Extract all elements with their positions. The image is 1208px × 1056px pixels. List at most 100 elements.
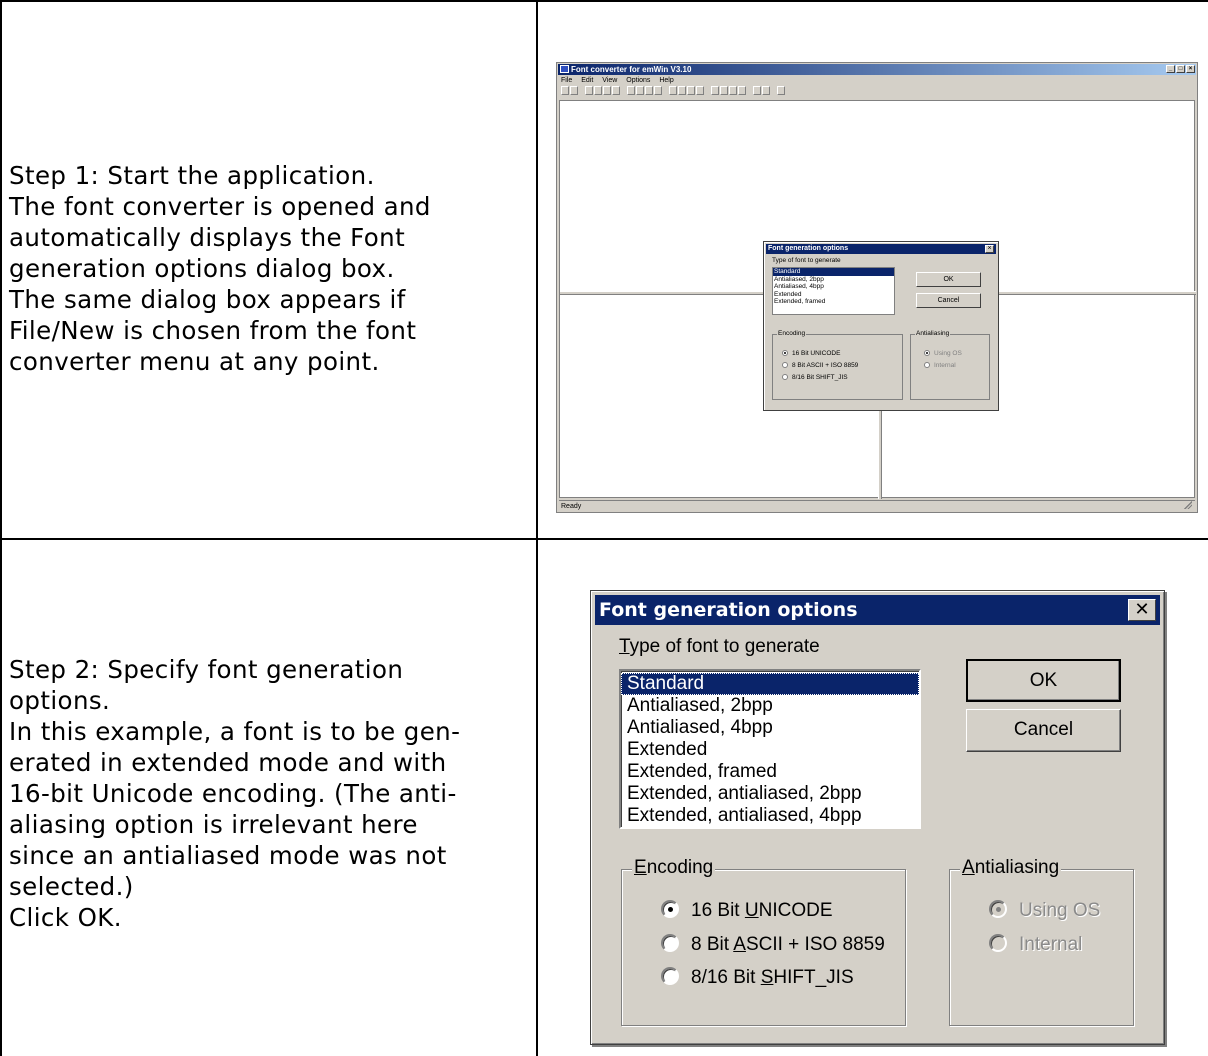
toolbar-button[interactable] xyxy=(753,86,761,95)
menu-file[interactable]: File xyxy=(561,77,572,84)
mnemonic-letter: E xyxy=(634,857,647,878)
label-text: ntialiasing xyxy=(974,857,1060,878)
mini-type-label: Type of font to generate xyxy=(772,257,841,264)
radio-checked-icon xyxy=(989,900,1007,918)
toolbar-button[interactable] xyxy=(594,86,602,95)
toolbar-button[interactable] xyxy=(669,86,677,95)
mini-radio-using-os: Using OS xyxy=(924,350,962,357)
menu-view[interactable]: View xyxy=(602,77,617,84)
step2-line: options. xyxy=(9,686,111,715)
mnemonic-letter: S xyxy=(760,967,774,988)
mini-close-icon[interactable]: × xyxy=(985,245,994,253)
toolbar-button[interactable] xyxy=(627,86,635,95)
menu-edit[interactable]: Edit xyxy=(581,77,593,84)
step2-line: Step 2: Specify font generation xyxy=(9,655,404,684)
toolbar-button[interactable] xyxy=(738,86,746,95)
mini-encoding-label: Encoding xyxy=(777,330,807,337)
maximize-icon[interactable]: □ xyxy=(1176,65,1185,73)
list-item[interactable]: Standard xyxy=(621,673,919,695)
list-item[interactable]: Extended, antialiased, 2bpp xyxy=(621,783,919,805)
app-window-screenshot: Font converter for emWin V3.10 _ □ × Fil… xyxy=(556,62,1198,513)
mini-radio-label: Internal xyxy=(934,362,956,369)
app-client-area: Font generation options × Type of font t… xyxy=(559,100,1196,499)
list-item[interactable]: Extended, antialiased, 4bpp xyxy=(621,805,919,827)
mini-radio-shiftjis[interactable]: 8/16 Bit SHIFT_JIS xyxy=(782,374,848,381)
menu-options[interactable]: Options xyxy=(626,77,650,84)
close-icon[interactable]: × xyxy=(1186,65,1195,73)
close-icon[interactable]: ✕ xyxy=(1128,599,1156,621)
mini-list-item[interactable]: Antialiased, 2bpp xyxy=(773,276,894,284)
step2-line: 16-bit Unicode encoding. (The anti- xyxy=(9,779,457,808)
radio-label: Internal xyxy=(1019,934,1083,955)
radio-unchecked-icon xyxy=(924,362,930,368)
antialiasing-label: Antialiasing xyxy=(960,857,1062,879)
radio-label: Using OS xyxy=(1019,900,1101,921)
resize-grip-icon[interactable] xyxy=(1184,501,1192,509)
list-item[interactable]: Antialiased, 4bpp xyxy=(621,717,919,739)
mini-list-item[interactable]: Extended xyxy=(773,291,894,299)
radio-label: 16 Bit xyxy=(691,900,745,921)
table-border-top xyxy=(0,0,1208,2)
mini-radio-label: 16 Bit UNICODE xyxy=(792,350,841,357)
radio-16bit-unicode[interactable]: 16 Bit UNICODE xyxy=(661,900,833,922)
toolbar-button[interactable] xyxy=(636,86,644,95)
mini-font-type-list[interactable]: Standard Antialiased, 2bpp Antialiased, … xyxy=(772,267,895,315)
menu-help[interactable]: Help xyxy=(659,77,673,84)
radio-checked-icon xyxy=(924,350,930,356)
mini-list-item[interactable]: Extended, framed xyxy=(773,298,894,306)
toolbar-button[interactable] xyxy=(645,86,653,95)
step1-line: The font converter is opened and xyxy=(9,192,431,221)
step2-line: In this example, a font is to be gen- xyxy=(9,717,461,746)
mini-radio-ascii[interactable]: 8 Bit ASCII + ISO 8859 xyxy=(782,362,858,369)
mnemonic-letter: U xyxy=(744,900,759,921)
toolbar-button[interactable] xyxy=(654,86,662,95)
mini-dialog-title-bar: Font generation options × xyxy=(766,244,996,254)
font-type-list[interactable]: Standard Antialiased, 2bpp Antialiased, … xyxy=(619,669,921,829)
toolbar-button[interactable] xyxy=(678,86,686,95)
toolbar-button[interactable] xyxy=(711,86,719,95)
toolbar-button[interactable] xyxy=(612,86,620,95)
mini-list-item[interactable]: Antialiased, 4bpp xyxy=(773,283,894,291)
toolbar-button[interactable] xyxy=(777,86,785,95)
list-item[interactable]: Extended, framed xyxy=(621,761,919,783)
ok-button[interactable]: OK xyxy=(966,659,1121,702)
label-text: ncoding xyxy=(646,857,714,878)
table-border-left xyxy=(0,0,2,1056)
toolbar-button[interactable] xyxy=(720,86,728,95)
encoding-label: Encoding xyxy=(632,857,716,879)
new-file-icon[interactable] xyxy=(561,86,569,95)
radio-unchecked-icon xyxy=(661,934,679,952)
step1-line: File/New is chosen from the font xyxy=(9,316,417,345)
radio-label: HIFT_JIS xyxy=(773,967,854,988)
table-row-divider xyxy=(0,538,1208,540)
toolbar-button[interactable] xyxy=(585,86,593,95)
cancel-button[interactable]: Cancel xyxy=(966,709,1121,752)
radio-unchecked-icon xyxy=(782,374,788,380)
mini-cancel-button[interactable]: Cancel xyxy=(916,293,981,308)
toolbar-button[interactable] xyxy=(762,86,770,95)
step2-line: aliasing option is irrelevant here xyxy=(9,810,418,839)
mini-list-item[interactable]: Standard xyxy=(773,268,894,276)
radio-label: SCII + ISO 8859 xyxy=(745,934,885,955)
list-item[interactable]: Antialiased, 2bpp xyxy=(621,695,919,717)
radio-8bit-ascii[interactable]: 8 Bit ASCII + ISO 8859 xyxy=(661,934,885,956)
radio-shift-jis[interactable]: 8/16 Bit SHIFT_JIS xyxy=(661,967,854,989)
app-toolbar xyxy=(561,86,991,97)
font-type-label: Type of font to generate xyxy=(619,636,820,658)
step1-line: generation options dialog box. xyxy=(9,254,395,283)
toolbar-button[interactable] xyxy=(687,86,695,95)
list-item[interactable]: Extended xyxy=(621,739,919,761)
mini-radio-label: Using OS xyxy=(934,350,962,357)
toolbar-button[interactable] xyxy=(729,86,737,95)
toolbar-button[interactable] xyxy=(696,86,704,95)
radio-using-os: Using OS xyxy=(989,900,1100,922)
mini-ok-button[interactable]: OK xyxy=(916,272,981,287)
toolbar-button[interactable] xyxy=(603,86,611,95)
save-icon[interactable] xyxy=(570,86,578,95)
dialog-title-bar: Font generation options ✕ xyxy=(595,595,1160,625)
minimize-icon[interactable]: _ xyxy=(1166,65,1175,73)
table-column-divider xyxy=(536,0,538,1056)
mini-radio-unicode[interactable]: 16 Bit UNICODE xyxy=(782,350,840,357)
dialog-title: Font generation options xyxy=(599,599,858,621)
mnemonic-letter: A xyxy=(733,934,746,955)
